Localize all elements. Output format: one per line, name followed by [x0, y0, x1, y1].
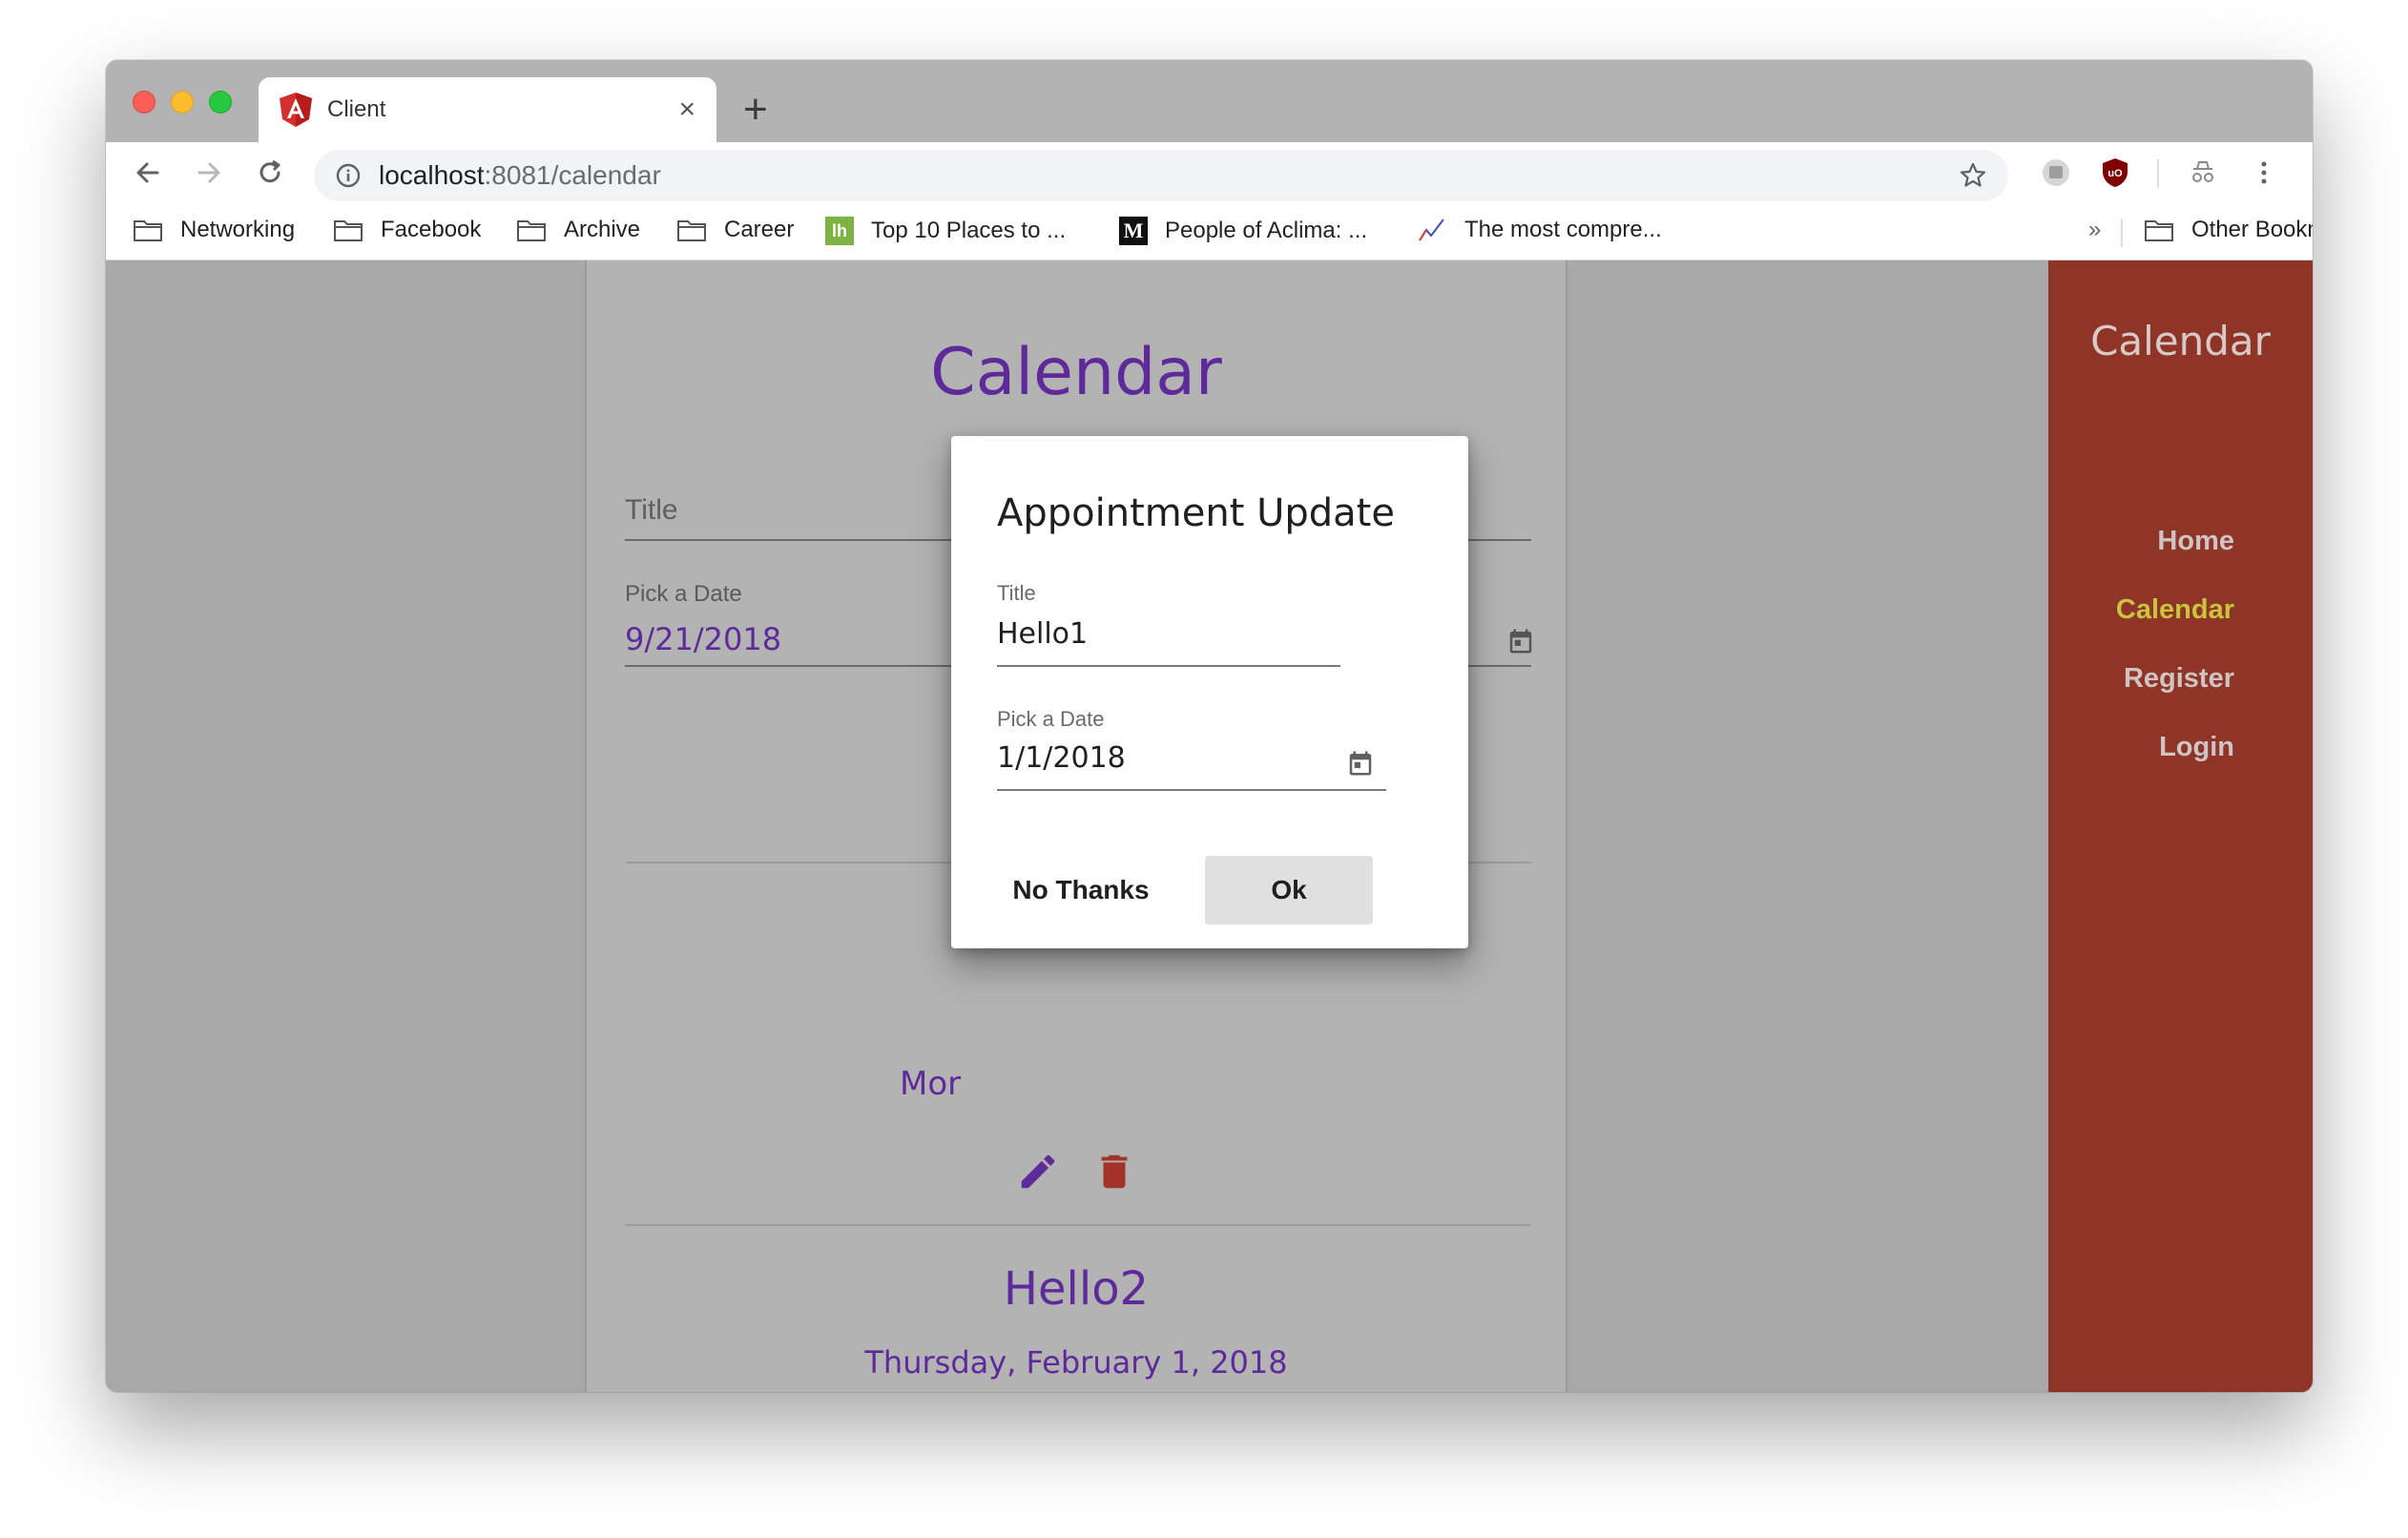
- ublock-icon[interactable]: uO: [2098, 156, 2132, 190]
- dialog-date-underline: [997, 789, 1386, 791]
- bookmark-most-comprehensive[interactable]: The most compre...: [1417, 217, 1662, 243]
- toolbar-separator: [2157, 159, 2159, 188]
- page-title: Calendar: [930, 335, 1222, 410]
- list-divider: [625, 1224, 1531, 1226]
- date-label: Pick a Date: [625, 581, 742, 607]
- lh-icon: lh: [825, 217, 854, 245]
- back-icon[interactable]: [129, 154, 167, 192]
- sidebar-item-calendar[interactable]: Calendar: [2116, 594, 2234, 626]
- sidebar-item-register[interactable]: Register: [2124, 663, 2234, 695]
- close-window-button[interactable]: [133, 91, 156, 114]
- incognito-icon[interactable]: [2186, 156, 2220, 190]
- bookmark-archive[interactable]: Archive: [516, 217, 640, 243]
- bookmark-star-icon[interactable]: [1959, 161, 1987, 190]
- bookmark-facebook[interactable]: Facebook: [333, 217, 481, 243]
- folder-icon: [517, 220, 546, 241]
- tab-title: Client: [327, 96, 386, 122]
- title-placeholder: Title: [625, 494, 678, 526]
- bookmarks-bar: Networking Facebook Archive Career lh To…: [106, 203, 2313, 260]
- bookmark-networking[interactable]: Networking: [133, 217, 295, 243]
- other-bookmarks[interactable]: Other Bookmarks: [2144, 217, 2313, 243]
- sidebar: Calendar Home Calendar Register Login: [2048, 260, 2313, 1392]
- ok-button[interactable]: Ok: [1205, 856, 1373, 925]
- sidebar-item-home[interactable]: Home: [2157, 526, 2234, 557]
- browser-tab[interactable]: Client ×: [259, 77, 716, 142]
- delete-icon[interactable]: [1092, 1150, 1136, 1194]
- dialog-title-label: Title: [997, 581, 1036, 605]
- bookmark-top-10-places[interactable]: lh Top 10 Places to ...: [825, 217, 1066, 245]
- no-thanks-button[interactable]: No Thanks: [997, 856, 1165, 925]
- appointment-update-dialog: Appointment Update Title Hello1 Pick a D…: [951, 436, 1468, 948]
- tab-close-icon[interactable]: ×: [678, 95, 695, 124]
- dialog-date-input[interactable]: 1/1/2018: [997, 741, 1126, 775]
- address-bar[interactable]: localhost :8081/calendar: [314, 150, 2008, 201]
- dialog-date-label: Pick a Date: [997, 707, 1105, 731]
- bookmarks-overflow-button[interactable]: »: [2088, 217, 2101, 243]
- url-host: localhost: [379, 160, 485, 190]
- new-tab-button[interactable]: +: [743, 89, 768, 131]
- url-path: :8081/calendar: [484, 160, 661, 190]
- browser-toolbar: localhost :8081/calendar uO: [106, 142, 2313, 203]
- dialog-title: Appointment Update: [997, 491, 1395, 535]
- chart-icon: [1419, 218, 1444, 241]
- dialog-title-input[interactable]: Hello1: [997, 617, 1088, 651]
- svg-text:uO: uO: [2107, 168, 2123, 179]
- sidebar-item-login[interactable]: Login: [2159, 732, 2234, 763]
- appointment-title: Hello2: [1003, 1262, 1150, 1316]
- sidebar-title: Calendar: [2090, 318, 2271, 364]
- appointment-date-partial: Mor: [900, 1065, 962, 1103]
- menu-icon[interactable]: [2247, 156, 2281, 190]
- medium-icon: M: [1119, 217, 1148, 245]
- folder-icon: [334, 220, 363, 241]
- calendar-icon[interactable]: [1346, 749, 1375, 778]
- date-value: 9/21/2018: [625, 621, 782, 657]
- zoom-window-button[interactable]: [209, 91, 232, 114]
- folder-icon: [677, 220, 706, 241]
- extension-icon[interactable]: [2039, 156, 2073, 190]
- folder-icon: [134, 220, 162, 241]
- minimize-window-button[interactable]: [171, 91, 194, 114]
- forward-icon[interactable]: [190, 154, 228, 192]
- edit-icon[interactable]: [1016, 1150, 1060, 1194]
- bookmarks-separator: [2121, 218, 2123, 247]
- appointment-date: Thursday, February 1, 2018: [864, 1344, 1288, 1381]
- info-icon[interactable]: [335, 162, 362, 189]
- bookmark-people-of-aclima[interactable]: M People of Aclima: ...: [1119, 217, 1367, 245]
- reload-icon[interactable]: [251, 154, 289, 192]
- dialog-title-underline: [997, 665, 1340, 667]
- bookmark-career[interactable]: Career: [676, 217, 794, 243]
- tab-strip: Client × +: [106, 60, 2313, 142]
- calendar-icon[interactable]: [1506, 627, 1535, 655]
- browser-window: Client × + localhost :8081/calendar uO N…: [106, 60, 2313, 1392]
- folder-icon: [2145, 220, 2173, 241]
- angular-icon: [280, 93, 312, 127]
